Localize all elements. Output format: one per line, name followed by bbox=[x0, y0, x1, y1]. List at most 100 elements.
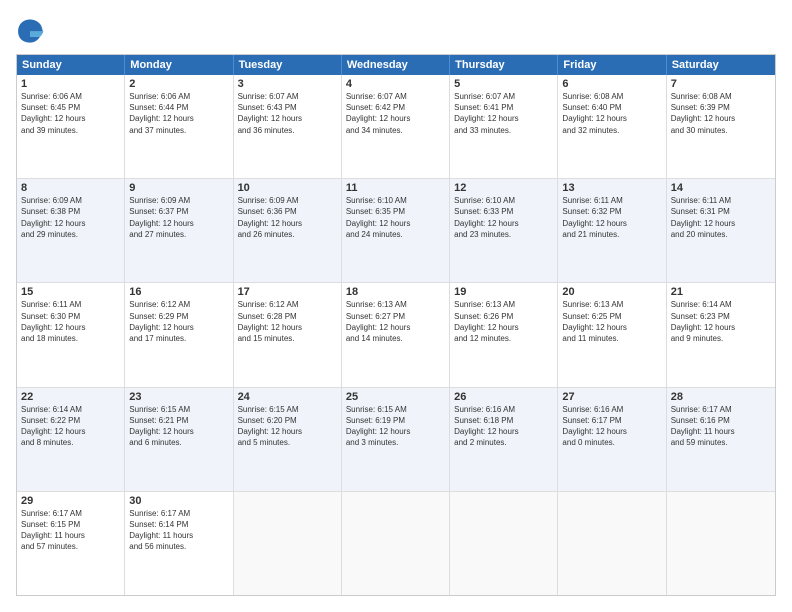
cell-3-5: 19Sunrise: 6:13 AM Sunset: 6:26 PM Dayli… bbox=[450, 283, 558, 386]
header-monday: Monday bbox=[125, 55, 233, 75]
day-info: Sunrise: 6:15 AM Sunset: 6:21 PM Dayligh… bbox=[129, 404, 228, 449]
day-info: Sunrise: 6:11 AM Sunset: 6:32 PM Dayligh… bbox=[562, 195, 661, 240]
day-info: Sunrise: 6:11 AM Sunset: 6:31 PM Dayligh… bbox=[671, 195, 771, 240]
day-number: 28 bbox=[671, 391, 771, 403]
day-info: Sunrise: 6:13 AM Sunset: 6:25 PM Dayligh… bbox=[562, 299, 661, 344]
cell-3-7: 21Sunrise: 6:14 AM Sunset: 6:23 PM Dayli… bbox=[667, 283, 775, 386]
day-info: Sunrise: 6:13 AM Sunset: 6:26 PM Dayligh… bbox=[454, 299, 553, 344]
cell-5-3 bbox=[234, 492, 342, 595]
day-number: 2 bbox=[129, 78, 228, 90]
cell-4-2: 23Sunrise: 6:15 AM Sunset: 6:21 PM Dayli… bbox=[125, 388, 233, 491]
cell-3-6: 20Sunrise: 6:13 AM Sunset: 6:25 PM Dayli… bbox=[558, 283, 666, 386]
cell-5-4 bbox=[342, 492, 450, 595]
day-number: 5 bbox=[454, 78, 553, 90]
day-number: 9 bbox=[129, 182, 228, 194]
day-number: 3 bbox=[238, 78, 337, 90]
header-saturday: Saturday bbox=[667, 55, 775, 75]
cell-3-1: 15Sunrise: 6:11 AM Sunset: 6:30 PM Dayli… bbox=[17, 283, 125, 386]
day-number: 6 bbox=[562, 78, 661, 90]
day-number: 15 bbox=[21, 286, 120, 298]
logo bbox=[16, 16, 48, 44]
day-info: Sunrise: 6:12 AM Sunset: 6:29 PM Dayligh… bbox=[129, 299, 228, 344]
day-info: Sunrise: 6:07 AM Sunset: 6:42 PM Dayligh… bbox=[346, 91, 445, 136]
cell-5-2: 30Sunrise: 6:17 AM Sunset: 6:14 PM Dayli… bbox=[125, 492, 233, 595]
day-number: 19 bbox=[454, 286, 553, 298]
cell-2-6: 13Sunrise: 6:11 AM Sunset: 6:32 PM Dayli… bbox=[558, 179, 666, 282]
header-sunday: Sunday bbox=[17, 55, 125, 75]
day-info: Sunrise: 6:16 AM Sunset: 6:17 PM Dayligh… bbox=[562, 404, 661, 449]
day-number: 29 bbox=[21, 495, 120, 507]
day-info: Sunrise: 6:06 AM Sunset: 6:44 PM Dayligh… bbox=[129, 91, 228, 136]
cell-1-3: 3Sunrise: 6:07 AM Sunset: 6:43 PM Daylig… bbox=[234, 75, 342, 178]
day-info: Sunrise: 6:17 AM Sunset: 6:14 PM Dayligh… bbox=[129, 508, 228, 553]
cell-4-4: 25Sunrise: 6:15 AM Sunset: 6:19 PM Dayli… bbox=[342, 388, 450, 491]
cell-3-2: 16Sunrise: 6:12 AM Sunset: 6:29 PM Dayli… bbox=[125, 283, 233, 386]
day-info: Sunrise: 6:06 AM Sunset: 6:45 PM Dayligh… bbox=[21, 91, 120, 136]
day-number: 30 bbox=[129, 495, 228, 507]
cell-2-3: 10Sunrise: 6:09 AM Sunset: 6:36 PM Dayli… bbox=[234, 179, 342, 282]
cell-4-5: 26Sunrise: 6:16 AM Sunset: 6:18 PM Dayli… bbox=[450, 388, 558, 491]
cell-2-5: 12Sunrise: 6:10 AM Sunset: 6:33 PM Dayli… bbox=[450, 179, 558, 282]
day-info: Sunrise: 6:09 AM Sunset: 6:36 PM Dayligh… bbox=[238, 195, 337, 240]
cell-1-1: 1Sunrise: 6:06 AM Sunset: 6:45 PM Daylig… bbox=[17, 75, 125, 178]
day-info: Sunrise: 6:08 AM Sunset: 6:40 PM Dayligh… bbox=[562, 91, 661, 136]
calendar-body: 1Sunrise: 6:06 AM Sunset: 6:45 PM Daylig… bbox=[17, 75, 775, 595]
day-number: 18 bbox=[346, 286, 445, 298]
cell-4-3: 24Sunrise: 6:15 AM Sunset: 6:20 PM Dayli… bbox=[234, 388, 342, 491]
day-info: Sunrise: 6:12 AM Sunset: 6:28 PM Dayligh… bbox=[238, 299, 337, 344]
header-thursday: Thursday bbox=[450, 55, 558, 75]
cell-2-1: 8Sunrise: 6:09 AM Sunset: 6:38 PM Daylig… bbox=[17, 179, 125, 282]
cell-2-2: 9Sunrise: 6:09 AM Sunset: 6:37 PM Daylig… bbox=[125, 179, 233, 282]
week-row-5: 29Sunrise: 6:17 AM Sunset: 6:15 PM Dayli… bbox=[17, 492, 775, 595]
day-number: 12 bbox=[454, 182, 553, 194]
day-number: 20 bbox=[562, 286, 661, 298]
cell-5-6 bbox=[558, 492, 666, 595]
week-row-2: 8Sunrise: 6:09 AM Sunset: 6:38 PM Daylig… bbox=[17, 179, 775, 283]
day-number: 13 bbox=[562, 182, 661, 194]
day-info: Sunrise: 6:17 AM Sunset: 6:16 PM Dayligh… bbox=[671, 404, 771, 449]
header-wednesday: Wednesday bbox=[342, 55, 450, 75]
day-number: 25 bbox=[346, 391, 445, 403]
cell-5-5 bbox=[450, 492, 558, 595]
day-number: 23 bbox=[129, 391, 228, 403]
cell-1-4: 4Sunrise: 6:07 AM Sunset: 6:42 PM Daylig… bbox=[342, 75, 450, 178]
cell-2-4: 11Sunrise: 6:10 AM Sunset: 6:35 PM Dayli… bbox=[342, 179, 450, 282]
day-number: 1 bbox=[21, 78, 120, 90]
day-info: Sunrise: 6:15 AM Sunset: 6:19 PM Dayligh… bbox=[346, 404, 445, 449]
day-number: 10 bbox=[238, 182, 337, 194]
week-row-1: 1Sunrise: 6:06 AM Sunset: 6:45 PM Daylig… bbox=[17, 75, 775, 179]
cell-1-2: 2Sunrise: 6:06 AM Sunset: 6:44 PM Daylig… bbox=[125, 75, 233, 178]
day-info: Sunrise: 6:09 AM Sunset: 6:38 PM Dayligh… bbox=[21, 195, 120, 240]
cell-5-1: 29Sunrise: 6:17 AM Sunset: 6:15 PM Dayli… bbox=[17, 492, 125, 595]
calendar-header: Sunday Monday Tuesday Wednesday Thursday… bbox=[17, 55, 775, 75]
day-number: 4 bbox=[346, 78, 445, 90]
page: Sunday Monday Tuesday Wednesday Thursday… bbox=[0, 0, 792, 612]
cell-4-1: 22Sunrise: 6:14 AM Sunset: 6:22 PM Dayli… bbox=[17, 388, 125, 491]
day-info: Sunrise: 6:08 AM Sunset: 6:39 PM Dayligh… bbox=[671, 91, 771, 136]
day-number: 27 bbox=[562, 391, 661, 403]
day-info: Sunrise: 6:11 AM Sunset: 6:30 PM Dayligh… bbox=[21, 299, 120, 344]
day-number: 24 bbox=[238, 391, 337, 403]
calendar: Sunday Monday Tuesday Wednesday Thursday… bbox=[16, 54, 776, 596]
day-info: Sunrise: 6:07 AM Sunset: 6:41 PM Dayligh… bbox=[454, 91, 553, 136]
day-info: Sunrise: 6:10 AM Sunset: 6:33 PM Dayligh… bbox=[454, 195, 553, 240]
day-number: 11 bbox=[346, 182, 445, 194]
cell-1-6: 6Sunrise: 6:08 AM Sunset: 6:40 PM Daylig… bbox=[558, 75, 666, 178]
logo-icon bbox=[16, 16, 44, 44]
header bbox=[16, 16, 776, 44]
day-number: 16 bbox=[129, 286, 228, 298]
day-number: 8 bbox=[21, 182, 120, 194]
week-row-3: 15Sunrise: 6:11 AM Sunset: 6:30 PM Dayli… bbox=[17, 283, 775, 387]
cell-4-6: 27Sunrise: 6:16 AM Sunset: 6:17 PM Dayli… bbox=[558, 388, 666, 491]
cell-1-5: 5Sunrise: 6:07 AM Sunset: 6:41 PM Daylig… bbox=[450, 75, 558, 178]
cell-5-7 bbox=[667, 492, 775, 595]
day-number: 21 bbox=[671, 286, 771, 298]
cell-2-7: 14Sunrise: 6:11 AM Sunset: 6:31 PM Dayli… bbox=[667, 179, 775, 282]
cell-1-7: 7Sunrise: 6:08 AM Sunset: 6:39 PM Daylig… bbox=[667, 75, 775, 178]
week-row-4: 22Sunrise: 6:14 AM Sunset: 6:22 PM Dayli… bbox=[17, 388, 775, 492]
day-number: 7 bbox=[671, 78, 771, 90]
header-friday: Friday bbox=[558, 55, 666, 75]
day-info: Sunrise: 6:10 AM Sunset: 6:35 PM Dayligh… bbox=[346, 195, 445, 240]
day-number: 26 bbox=[454, 391, 553, 403]
day-info: Sunrise: 6:13 AM Sunset: 6:27 PM Dayligh… bbox=[346, 299, 445, 344]
